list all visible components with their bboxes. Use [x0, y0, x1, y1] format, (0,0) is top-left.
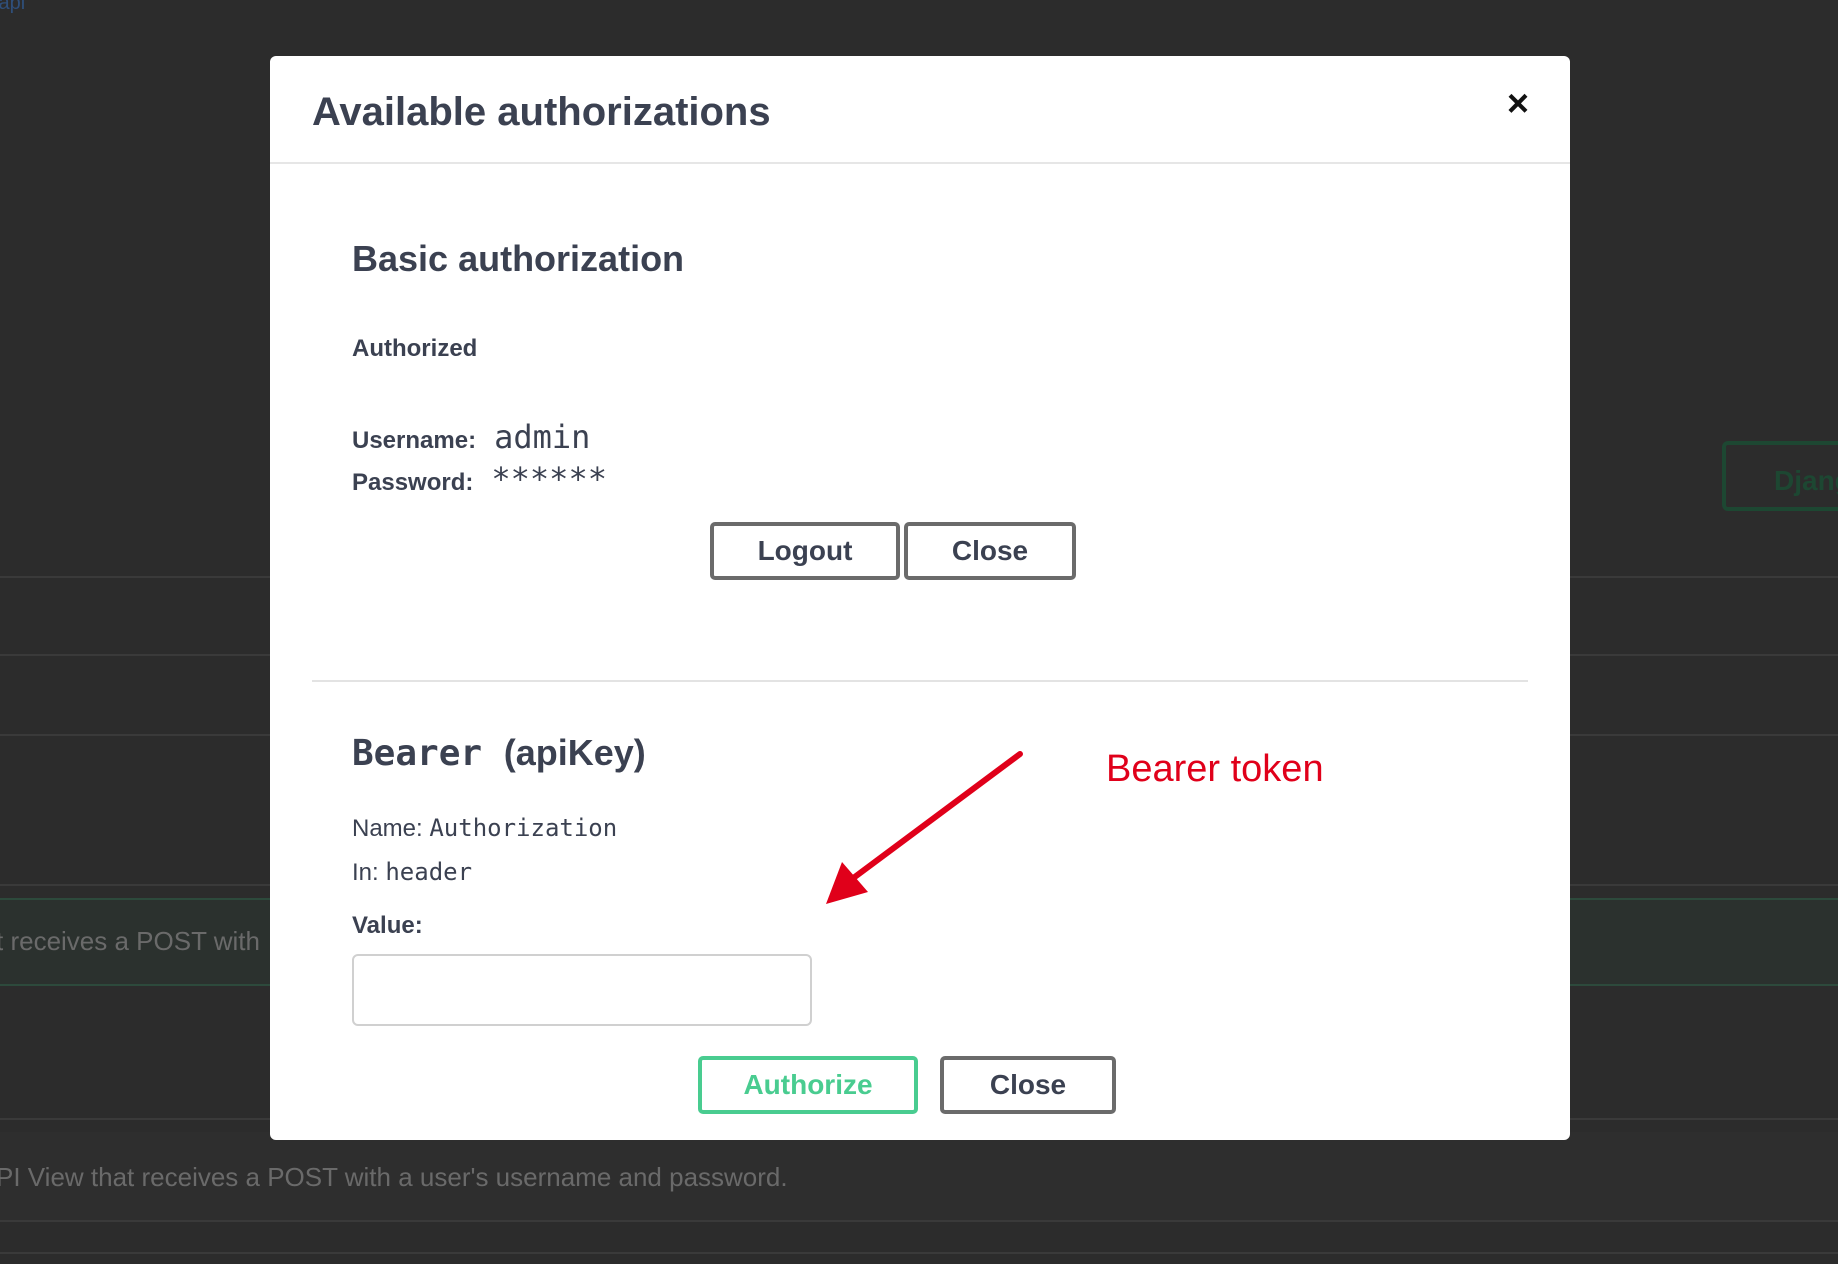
bearer-title-type: (apiKey) — [503, 732, 646, 773]
username-label: Username: — [352, 427, 477, 454]
bearer-value-input[interactable] — [352, 954, 812, 1026]
background-link: iapi — [0, 0, 26, 14]
section-divider — [312, 680, 1528, 682]
value-label: Value: — [352, 912, 423, 939]
annotation-label: Bearer token — [1106, 748, 1324, 790]
in-label: In: — [352, 859, 379, 886]
basic-auth-title: Basic authorization — [352, 238, 685, 279]
name-label: Name: — [352, 815, 423, 842]
background-divider — [0, 1252, 1838, 1254]
bearer-name-row: Name: Authorization — [352, 814, 617, 843]
auth-status: Authorized — [352, 335, 478, 362]
bearer-in-row: In: header — [352, 858, 472, 887]
logout-button[interactable]: Logout — [710, 522, 900, 580]
bearer-title-scheme: Bearer — [352, 733, 483, 774]
basic-close-button[interactable]: Close — [904, 522, 1076, 580]
username-row: Username: admin — [352, 418, 590, 456]
close-icon[interactable]: × — [1498, 84, 1538, 124]
authorizations-modal: Available authorizations × Basic authori… — [270, 56, 1570, 1140]
background-description-text: PI View that receives a POST with a user… — [0, 1162, 788, 1192]
password-label: Password: — [352, 469, 474, 496]
in-value: header — [385, 858, 473, 886]
basic-auth-section: Basic authorization — [352, 238, 1488, 280]
username-value: admin — [494, 418, 591, 456]
modal-title: Available authorizations — [312, 90, 771, 134]
background-pill-button: Djang — [1722, 441, 1838, 511]
bearer-close-button[interactable]: Close — [940, 1056, 1116, 1114]
password-row: Password: ****** — [352, 460, 607, 498]
password-value: ****** — [491, 460, 607, 498]
background-row-text: t receives a POST with — [0, 926, 260, 956]
authorize-button[interactable]: Authorize — [698, 1056, 918, 1114]
background-divider — [0, 1220, 1838, 1222]
name-value: Authorization — [429, 814, 618, 842]
modal-header: Available authorizations × — [270, 56, 1570, 164]
